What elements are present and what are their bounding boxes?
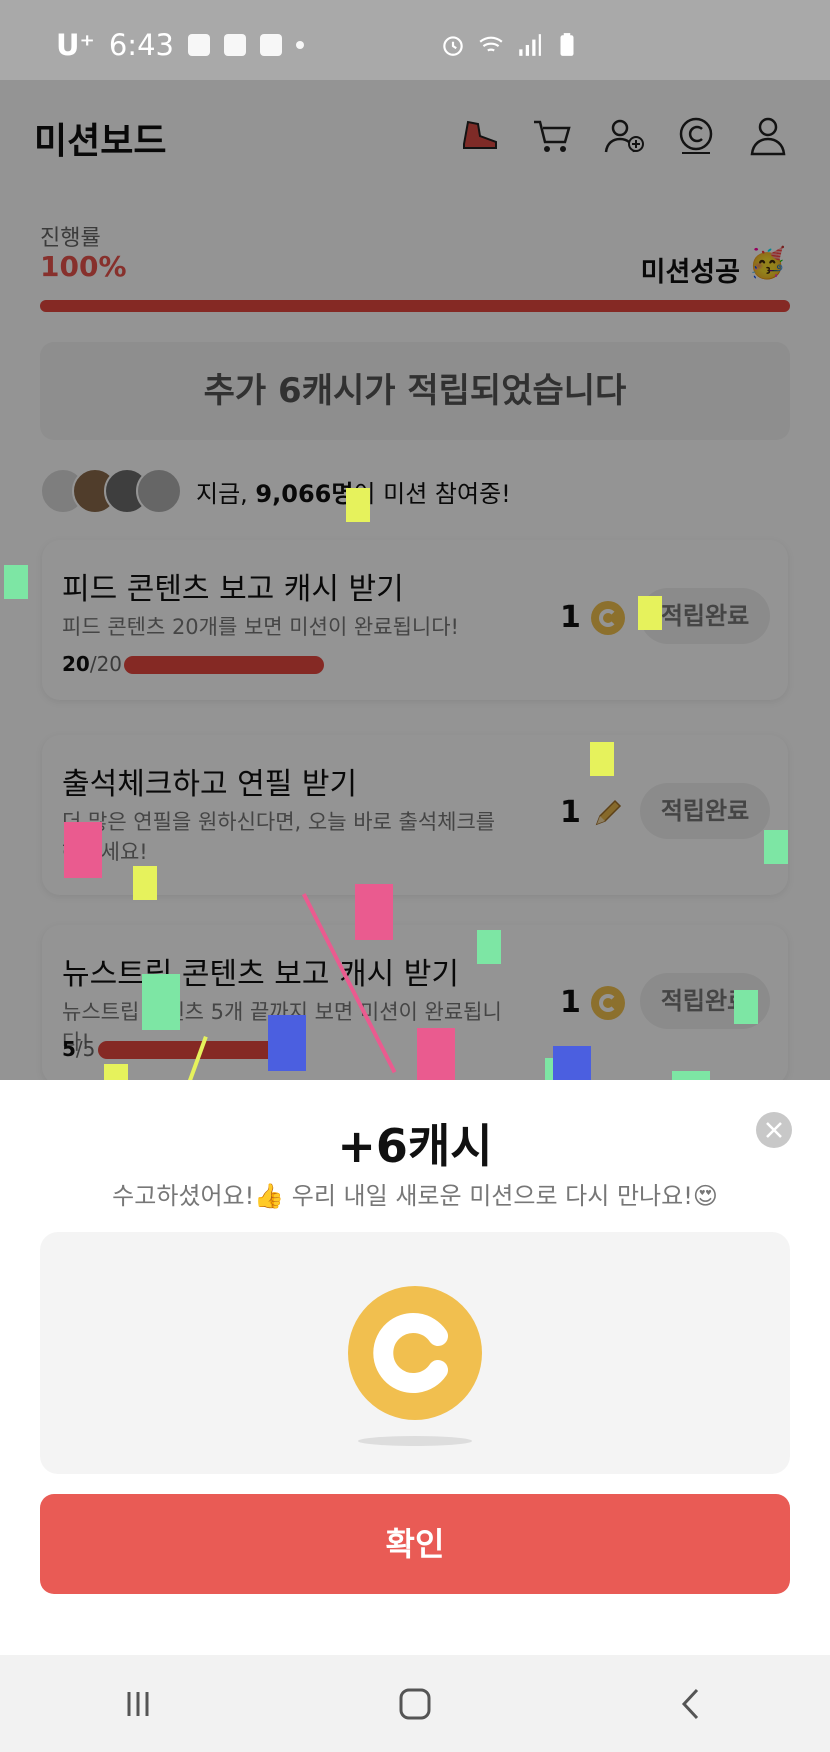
confetti-piece <box>553 1046 591 1080</box>
back-icon[interactable] <box>672 1684 712 1724</box>
recent-apps-icon[interactable] <box>118 1684 158 1724</box>
confetti-piece <box>590 742 614 776</box>
confetti-piece <box>355 884 393 940</box>
coin-icon <box>348 1286 482 1420</box>
confetti-piece <box>545 1058 553 1080</box>
modal-backdrop[interactable] <box>0 80 830 1080</box>
home-icon[interactable] <box>395 1684 435 1724</box>
confetti-piece <box>346 488 370 522</box>
confetti-piece <box>133 866 157 900</box>
shoe-notification-icon <box>223 34 246 56</box>
reward-bottom-sheet: +6캐시 수고하셨어요!👍 우리 내일 새로운 미션으로 다시 만나요!😍 확인 <box>0 1080 830 1655</box>
more-notifications-icon <box>295 41 304 49</box>
confetti-piece <box>417 1028 455 1084</box>
confetti-piece <box>672 1071 710 1080</box>
app-notification-icon <box>187 34 210 56</box>
status-time: 6:43 <box>108 28 174 62</box>
battery-icon <box>560 33 574 56</box>
confirm-button[interactable]: 확인 <box>40 1494 790 1594</box>
confetti-piece <box>268 1015 306 1071</box>
coin-panel <box>40 1232 790 1474</box>
confetti-piece <box>104 1064 128 1080</box>
confetti-piece <box>477 930 501 964</box>
confetti-piece <box>638 596 662 630</box>
wifi-icon <box>479 36 503 52</box>
alarm-icon <box>443 36 463 56</box>
confetti-piece <box>64 822 102 878</box>
toggle-notification-icon <box>259 34 282 56</box>
coin-shadow <box>358 1436 472 1446</box>
confetti-piece <box>734 990 758 1024</box>
reward-title: +6캐시 <box>337 1119 493 1173</box>
signal-icon <box>519 34 541 56</box>
confetti-piece <box>764 830 788 864</box>
confetti-piece <box>4 565 28 599</box>
status-bar: U⁺ 6:43 <box>0 0 830 80</box>
carrier-label: U⁺ <box>56 28 95 62</box>
confetti-piece <box>142 974 180 1030</box>
cash-c-icon <box>373 1313 448 1393</box>
system-nav-bar <box>0 1655 830 1752</box>
reward-subtitle: 수고하셨어요!👍 우리 내일 새로운 미션으로 다시 만나요!😍 <box>112 1182 718 1210</box>
